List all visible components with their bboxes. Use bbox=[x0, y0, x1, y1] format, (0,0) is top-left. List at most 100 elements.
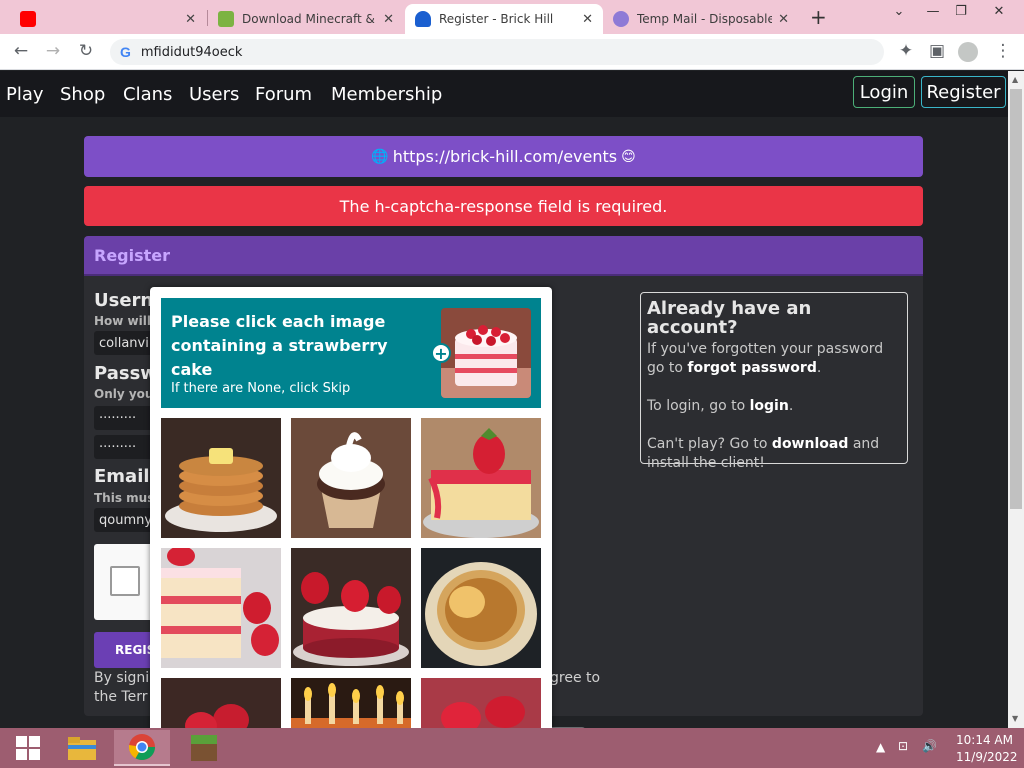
captcha-tile-strawberry-layer-cake[interactable] bbox=[161, 548, 281, 668]
error-message: The h-captcha-response field is required… bbox=[339, 196, 668, 216]
email-input[interactable]: qoumny bbox=[94, 508, 154, 532]
tab-strip: ✕ Download Minecraft & S ✕ Register - Br… bbox=[0, 0, 1024, 34]
captcha-tile-birthday-candles[interactable] bbox=[291, 678, 411, 733]
volume-icon[interactable]: 🔊 bbox=[922, 739, 937, 753]
forgot-line-2: go to forgot password. bbox=[647, 360, 822, 376]
file-explorer-button[interactable] bbox=[54, 730, 110, 766]
terms-text-right: gree to bbox=[550, 670, 601, 686]
download-line: Can't play? Go to download and bbox=[647, 436, 880, 452]
chrome-taskbar-button[interactable] bbox=[114, 730, 170, 766]
captcha-tile-strawberry-cake-partial[interactable] bbox=[161, 678, 281, 733]
chrome-icon bbox=[128, 734, 156, 761]
close-window-button[interactable]: ✕ bbox=[984, 4, 1014, 19]
username-input[interactable]: collanvi bbox=[94, 331, 154, 355]
forgot-password-link[interactable]: forgot password bbox=[687, 360, 816, 376]
nav-clans[interactable]: Clans bbox=[123, 84, 172, 105]
restore-button[interactable]: ❐ bbox=[946, 4, 976, 19]
tab-minecraft[interactable]: Download Minecraft & S ✕ bbox=[208, 4, 404, 34]
register-card-header: Register bbox=[84, 236, 923, 276]
install-line: install the client! bbox=[647, 455, 765, 471]
register-button[interactable]: Register bbox=[921, 76, 1006, 108]
terms-text-2: the Terr bbox=[94, 689, 148, 705]
nav-membership[interactable]: Membership bbox=[331, 84, 442, 105]
profile-avatar[interactable] bbox=[958, 42, 978, 62]
captcha-tile-strawberries-partial[interactable] bbox=[421, 678, 541, 733]
close-tab-icon[interactable]: ✕ bbox=[582, 12, 593, 27]
captcha-tile-strawberry-cake-slice[interactable] bbox=[421, 418, 541, 538]
captcha-skip-hint: If there are None, click Skip bbox=[171, 381, 351, 396]
terms-text-1: By signi bbox=[94, 670, 150, 686]
events-link[interactable]: https://brick-hill.com/events bbox=[393, 147, 617, 166]
forward-icon[interactable]: → bbox=[42, 41, 64, 61]
nav-play[interactable]: Play bbox=[6, 84, 44, 105]
brickhill-icon bbox=[415, 11, 431, 27]
google-icon: G bbox=[120, 44, 131, 60]
captcha-tile-strawberry-round-cake[interactable] bbox=[291, 548, 411, 668]
events-alert[interactable]: 🌐 https://brick-hill.com/events 😊 bbox=[84, 136, 923, 177]
download-link[interactable]: download bbox=[772, 436, 848, 452]
windows-start-button[interactable] bbox=[0, 730, 56, 766]
expand-example-icon[interactable]: + bbox=[431, 343, 451, 363]
login-link[interactable]: login bbox=[750, 398, 789, 414]
confirm-password-input[interactable]: ········· bbox=[94, 435, 154, 459]
nav-forum[interactable]: Forum bbox=[255, 84, 312, 105]
captcha-prompt: Please click each image containing a str… bbox=[171, 312, 388, 379]
forgot-line-1: If you've forgotten your password bbox=[647, 341, 884, 357]
password-hint: Only you bbox=[94, 387, 154, 401]
new-tab-button[interactable]: + bbox=[810, 5, 827, 29]
close-tab-icon[interactable]: ✕ bbox=[383, 12, 394, 27]
tab-search-icon[interactable]: ⌄ bbox=[884, 4, 914, 19]
clock-time[interactable]: 10:14 AM bbox=[956, 733, 1013, 747]
clock-date[interactable]: 11/9/2022 bbox=[956, 750, 1018, 764]
back-icon[interactable]: ← bbox=[10, 41, 32, 61]
captcha-example-image bbox=[441, 308, 531, 398]
close-tab-icon[interactable]: ✕ bbox=[778, 12, 789, 27]
nav-users[interactable]: Users bbox=[189, 84, 239, 105]
tab-youtube[interactable]: ✕ bbox=[10, 4, 206, 34]
page-scrollbar[interactable]: ▲ ▼ bbox=[1008, 71, 1024, 728]
folder-icon bbox=[68, 737, 96, 760]
taskbar: ▲ ⊡ 🔊 10:14 AM 11/9/2022 bbox=[0, 728, 1024, 768]
minimize-button[interactable]: — bbox=[918, 4, 948, 19]
site-nav: Play Shop Clans Users Forum Membership L… bbox=[0, 71, 1008, 117]
username-label: Usern bbox=[94, 290, 154, 311]
reload-icon[interactable]: ↻ bbox=[75, 41, 97, 61]
password-label: Passw bbox=[94, 363, 157, 384]
nav-shop[interactable]: Shop bbox=[60, 84, 105, 105]
tab-temp-mail[interactable]: Temp Mail - Disposable T ✕ bbox=[603, 4, 799, 34]
sidepanel-icon[interactable]: ▣ bbox=[926, 41, 948, 61]
login-line: To login, go to login. bbox=[647, 398, 794, 414]
minecraft-icon bbox=[218, 11, 234, 27]
username-hint: How will bbox=[94, 314, 151, 328]
hcaptcha-challenge: Please click each image containing a str… bbox=[150, 287, 552, 733]
already-have-account-box: Already have an account? If you've forgo… bbox=[640, 292, 908, 471]
tab-brick-hill[interactable]: Register - Brick Hill ✕ bbox=[405, 4, 603, 34]
captcha-prompt-banner: Please click each image containing a str… bbox=[161, 298, 541, 408]
captcha-tile-pancakes[interactable] bbox=[161, 418, 281, 538]
email-label: Email bbox=[94, 466, 150, 487]
smile-emoji-icon: 😊 bbox=[621, 148, 636, 165]
email-hint: This mus bbox=[94, 491, 155, 505]
captcha-tile-cupcake[interactable] bbox=[291, 418, 411, 538]
hcaptcha-checkbox[interactable] bbox=[110, 566, 140, 596]
captcha-tile-pancake-plate[interactable] bbox=[421, 548, 541, 668]
show-hidden-icons[interactable]: ▲ bbox=[876, 740, 885, 754]
register-submit-button[interactable]: REGIS bbox=[94, 632, 155, 668]
error-alert: The h-captcha-response field is required… bbox=[84, 186, 923, 226]
minecraft-icon bbox=[191, 735, 217, 761]
browser-toolbar: ← → ↻ G mfididut94oeck ✦ ▣ ⋮ bbox=[0, 34, 1024, 70]
account-box-title: Already have an account? bbox=[647, 298, 812, 338]
windows-logo-icon bbox=[16, 736, 40, 760]
hcaptcha-widget bbox=[94, 544, 154, 620]
extensions-icon[interactable]: ✦ bbox=[895, 41, 917, 61]
menu-icon[interactable]: ⋮ bbox=[992, 41, 1014, 61]
network-icon[interactable]: ⊡ bbox=[898, 739, 908, 753]
youtube-icon bbox=[20, 11, 36, 27]
address-bar[interactable]: G mfididut94oeck bbox=[110, 39, 884, 65]
login-button[interactable]: Login bbox=[853, 76, 915, 108]
address-text[interactable]: mfididut94oeck bbox=[141, 45, 242, 60]
password-input[interactable]: ········· bbox=[94, 406, 154, 430]
minecraft-taskbar-button[interactable] bbox=[176, 730, 232, 766]
close-tab-icon[interactable]: ✕ bbox=[185, 12, 196, 27]
scrollbar-thumb[interactable] bbox=[1010, 89, 1022, 509]
